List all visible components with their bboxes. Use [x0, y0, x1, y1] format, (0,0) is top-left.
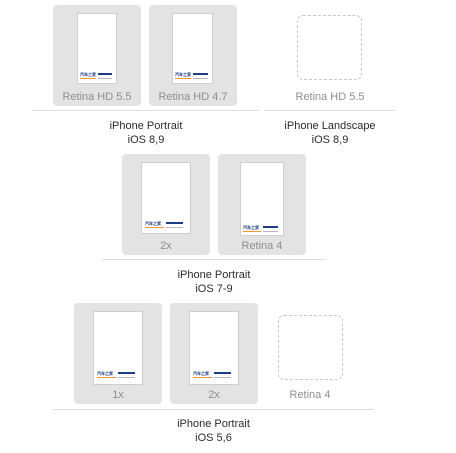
- launch-image-slot-retina-hd-5-5-landscape[interactable]: Retina HD 5.5: [286, 5, 374, 106]
- launch-image-thumbnail: 汽车之家: [142, 163, 190, 233]
- launch-image-slot-retina-hd-4-7-portrait[interactable]: 汽车之家 Retina HD 4.7: [149, 5, 237, 106]
- section-divider: [265, 110, 395, 111]
- launch-image-thumbnail: 汽车之家: [173, 14, 212, 83]
- slot-caption: 2x: [160, 240, 172, 252]
- launch-image-slot-retina-4-ios5[interactable]: Retina 4: [266, 303, 354, 404]
- section-title: iPhone Portrait: [109, 120, 183, 132]
- slot-caption: 2x: [208, 389, 220, 401]
- section-subtitle: iOS 5,6: [195, 432, 232, 444]
- section-subtitle: iOS 8,9: [127, 134, 165, 146]
- section-title: iPhone Landscape: [284, 120, 376, 132]
- autohome-logo: 汽车之家: [145, 222, 187, 230]
- section-divider: [33, 110, 259, 111]
- section-divider: [102, 259, 326, 260]
- slot-caption: Retina 4: [241, 240, 283, 252]
- empty-image-placeholder: [278, 315, 343, 380]
- slot-caption: 1x: [112, 389, 124, 401]
- autohome-logo: 汽车之家: [193, 372, 235, 380]
- launch-image-thumbnail: 汽车之家: [78, 14, 116, 83]
- launch-image-slot-retina-hd-5-5-portrait[interactable]: 汽车之家 Retina HD 5.5: [53, 5, 141, 106]
- section-title: iPhone Portrait: [177, 418, 250, 430]
- section-subtitle: iOS 7-9: [195, 283, 233, 295]
- slot-caption: Retina HD 5.5: [62, 91, 132, 103]
- launch-image-thumbnail: 汽车之家: [241, 163, 283, 235]
- autohome-logo: 汽车之家: [243, 226, 281, 233]
- autohome-logo: 汽车之家: [80, 73, 114, 80]
- section-divider: [53, 409, 374, 410]
- launch-image-slot-retina-4-ios7[interactable]: 汽车之家 Retina 4: [218, 154, 306, 255]
- launch-image-slot-2x-ios7[interactable]: 汽车之家 2x: [122, 154, 210, 255]
- autohome-logo: 汽车之家: [175, 73, 210, 80]
- slot-caption: Retina HD 5.5: [295, 91, 365, 103]
- launch-image-thumbnail: 汽车之家: [94, 312, 142, 384]
- section-title: iPhone Portrait: [177, 269, 251, 281]
- launch-image-slot-1x-ios5[interactable]: 汽车之家 1x: [74, 303, 162, 404]
- autohome-logo: 汽车之家: [97, 372, 139, 380]
- empty-image-placeholder: [297, 15, 362, 80]
- slot-caption: Retina 4: [289, 389, 331, 401]
- launch-image-slot-2x-ios5[interactable]: 汽车之家 2x: [170, 303, 258, 404]
- slot-caption: Retina HD 4.7: [158, 91, 228, 103]
- section-subtitle: iOS 8,9: [311, 134, 349, 146]
- launch-image-thumbnail: 汽车之家: [190, 312, 238, 384]
